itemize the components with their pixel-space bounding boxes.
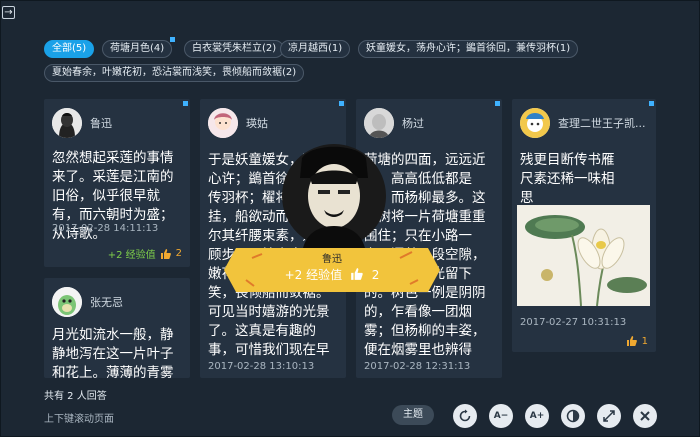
new-indicator-icon: [170, 37, 176, 42]
answer-text: 残更目断传书雁尺素还稀一味相思: [520, 152, 615, 206]
avatar: [208, 108, 238, 138]
font-decrease-icon[interactable]: A−: [489, 404, 513, 428]
like-count: 2: [175, 248, 182, 259]
answer-text: 月光如流水一般，静静地泻在这一片叶子和花上。薄薄的青雾浮起在: [52, 327, 174, 378]
answer-card[interactable]: 张无忌 月光如流水一般，静静地泻在这一片叶子和花上。薄薄的青雾浮起在: [44, 278, 190, 378]
answer-card[interactable]: 查理二世王子凯... 残更目断传书雁尺素还稀一味相思 2017-02-27 10…: [512, 99, 656, 352]
tab-baiyichang[interactable]: 白衣裳凭朱栏立(2): [184, 40, 285, 58]
answer-date: 2017-02-28 12:31:13: [364, 361, 471, 372]
new-indicator-icon: [339, 101, 344, 106]
avatar: [364, 108, 394, 138]
theme-button[interactable]: 主题: [392, 405, 434, 425]
username: 杨过: [402, 117, 424, 130]
avatar: [520, 108, 550, 138]
exp-reward: +2 经验值: [107, 250, 156, 261]
close-icon[interactable]: [633, 404, 657, 428]
username: 查理二世王子凯...: [558, 117, 646, 130]
new-indicator-icon: [495, 101, 500, 106]
fullscreen-icon[interactable]: [597, 404, 621, 428]
answer-date: 2017-02-28 13:10:13: [208, 361, 315, 372]
reward-row: +2 经验值 2: [108, 246, 182, 261]
font-increase-icon[interactable]: A+: [525, 404, 549, 428]
answer-card[interactable]: 鲁迅 忽然想起采莲的事情来了。采莲是江南的旧俗，似乎很早就有，而六朝时为盛；从诗…: [44, 99, 190, 267]
tab-yaotong[interactable]: 妖童媛女，荡舟心许；鷁首徐回，兼传羽杯(1): [358, 40, 579, 58]
answer-card[interactable]: 杨过 荷塘的四面，远远近近，高高低低都是树，而杨柳最多。这些树将一片荷塘重重围住…: [356, 99, 502, 378]
scroll-hint: 上下键滚动页面: [44, 414, 114, 425]
username: 瑛姑: [246, 117, 268, 130]
tab-hetang-yuese[interactable]: 荷塘月色(4): [102, 37, 176, 58]
answer-date: 2017-02-28 14:11:13: [52, 223, 159, 234]
contrast-icon[interactable]: [561, 404, 585, 428]
avatar: [52, 287, 82, 317]
tab-liangyue[interactable]: 凉月越西(1): [280, 40, 351, 58]
like-thumb-icon[interactable]: [626, 335, 638, 347]
lotus-image: [517, 205, 650, 306]
answer-text: 于是妖童媛女，荡舟心许；鷁首徐回，兼传羽杯；櫂将移而藻挂，船欲动而萍开。尔其纤腰…: [208, 152, 330, 358]
like-count: 1: [641, 335, 648, 347]
new-indicator-icon: [183, 101, 188, 106]
tab-all[interactable]: 全部(5): [44, 40, 95, 58]
refresh-icon[interactable]: [453, 404, 477, 428]
new-indicator-icon: [649, 101, 654, 106]
answer-text: 荷塘的四面，远远近近，高高低低都是树，而杨柳最多。这些树将一片荷塘重重围住；只在…: [364, 152, 486, 358]
reward-row: 1: [626, 335, 648, 347]
avatar: [52, 108, 82, 138]
back-arrow-icon[interactable]: →: [2, 6, 15, 19]
answer-count: 共有 2 人回答: [44, 391, 107, 402]
tab-xiashi-chunyu[interactable]: 夏始春余，叶嫩花初，恐沾裳而浅笑，畏倾船而敛裾(2): [44, 64, 305, 82]
username: 鲁迅: [90, 117, 112, 130]
like-thumb-icon[interactable]: [160, 248, 172, 260]
answer-date: 2017-02-27 10:31:13: [520, 317, 627, 328]
username: 张无忌: [90, 296, 123, 309]
answer-card[interactable]: 瑛姑 于是妖童媛女，荡舟心许；鷁首徐回，兼传羽杯；櫂将移而藻挂，船欲动而萍开。尔…: [200, 99, 346, 378]
